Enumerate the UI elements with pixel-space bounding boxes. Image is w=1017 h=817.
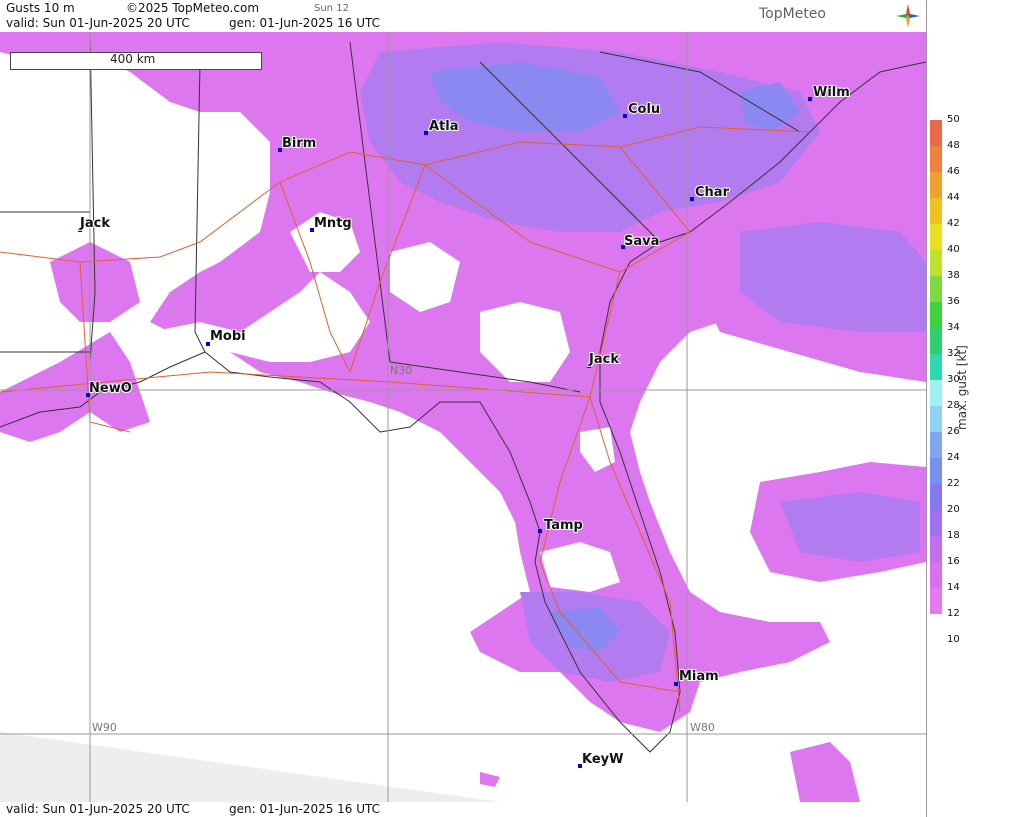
gen-time: gen: 01-Jun-2025 16 UTC [229, 16, 381, 30]
city-char[interactable]: Char [690, 184, 731, 201]
city-newo[interactable]: NewO [86, 380, 133, 397]
grid-label-n30: N30 [390, 364, 412, 377]
legend-swatch [930, 198, 942, 224]
legend-title: max. gust [kt] [955, 345, 969, 430]
legend-tick-label: 10 [947, 634, 960, 645]
legend-swatch [930, 146, 942, 172]
footer-gen-time: gen: 01-Jun-2025 16 UTC [229, 802, 381, 816]
legend-swatch [930, 380, 942, 406]
city-label: Tamp [544, 518, 583, 533]
legend-swatch [930, 536, 942, 562]
city-label: Mobi [210, 329, 246, 344]
city-miam[interactable]: Miam [674, 668, 720, 686]
legend-tick-label: 34 [947, 322, 960, 333]
legend-tick-label: 42 [947, 218, 960, 229]
city-colu[interactable]: Colu [623, 101, 661, 118]
legend-tick-label: 48 [947, 140, 960, 151]
city-label: Wilm [813, 85, 850, 100]
city-label: Jack [588, 352, 619, 367]
city-label: NewO [89, 381, 132, 396]
footer-bar: valid: Sun 01-Jun-2025 20 UTC gen: 01-Ju… [0, 802, 926, 817]
city-label: Sava [624, 234, 659, 249]
legend-tick-label: 50 [947, 114, 960, 125]
city-label: Atla [429, 119, 459, 134]
legend-swatch [930, 250, 942, 276]
legend-tick-label: 44 [947, 192, 960, 203]
legend-swatch [930, 406, 942, 432]
city-label: Colu [628, 102, 660, 117]
legend-swatch [930, 328, 942, 354]
city-label: KeyW [582, 752, 623, 767]
legend-color-bar [930, 120, 942, 614]
legend-swatch [930, 458, 942, 484]
compass-star-icon [896, 4, 920, 28]
run-label: Sun 12 [314, 3, 349, 14]
grid-label-w90: W90 [92, 721, 117, 734]
legend-tick-label: 40 [947, 244, 960, 255]
legend-swatch [930, 224, 942, 250]
legend-tick-label: 24 [947, 452, 960, 463]
legend-tick-label: 12 [947, 608, 960, 619]
legend-swatch [930, 562, 942, 588]
city-jack-ms[interactable]: Jack [78, 215, 111, 232]
legend-tick-label: 16 [947, 556, 960, 567]
legend-tick-label: 18 [947, 530, 960, 541]
legend-swatch [930, 302, 942, 328]
city-label: Birm [282, 136, 316, 151]
city-atla[interactable]: Atla [424, 118, 460, 135]
legend-swatch [930, 120, 942, 146]
legend-swatch [930, 432, 942, 458]
valid-time: valid: Sun 01-Jun-2025 20 UTC [6, 16, 190, 30]
legend-tick-label: 38 [947, 270, 960, 281]
city-jack-fl[interactable]: Jack [587, 351, 620, 368]
city-sava[interactable]: Sava [621, 233, 660, 250]
copyright: ©2025 TopMeteo.com [126, 1, 260, 15]
city-mobi[interactable]: Mobi [206, 328, 247, 346]
city-label: Jack [79, 216, 110, 231]
scale-label: 400 km [110, 52, 156, 66]
color-legend: 50 48 46 44 42 40 38 36 34 32 30 28 26 24 22 20 18 16 14 12… [926, 0, 1017, 817]
topmeteo-logo: TopMeteo [759, 6, 826, 22]
legend-swatch [930, 510, 942, 536]
legend-tick-label: 46 [947, 166, 960, 177]
legend-tick-label: 14 [947, 582, 960, 593]
footer-valid-time: valid: Sun 01-Jun-2025 20 UTC [6, 802, 190, 816]
city-birm[interactable]: Birm [278, 135, 317, 152]
legend-tick-label: 22 [947, 478, 960, 489]
header-bar: Gusts 10 m ©2025 TopMeteo.com Sun 12 val… [0, 0, 926, 32]
legend-swatch [930, 172, 942, 198]
city-label: Char [695, 185, 730, 200]
legend-tick-label: 36 [947, 296, 960, 307]
city-label: Mntg [314, 216, 352, 231]
city-mntg[interactable]: Mntg [310, 215, 353, 232]
legend-swatch [930, 484, 942, 510]
legend-swatch [930, 588, 942, 614]
grid-label-w80: W80 [690, 721, 715, 734]
city-wilm[interactable]: Wilm [808, 84, 851, 101]
product-title: Gusts 10 m [6, 1, 75, 15]
legend-swatch [930, 354, 942, 380]
city-keyw[interactable]: KeyW [578, 751, 624, 768]
legend-swatch [930, 276, 942, 302]
gust-map[interactable]: W90 W80 N30 Wilm Colu Atla Birm Char Jac… [0, 32, 926, 802]
city-tamp[interactable]: Tamp [538, 517, 584, 534]
city-label: Miam [679, 669, 719, 684]
legend-tick-label: 20 [947, 504, 960, 515]
